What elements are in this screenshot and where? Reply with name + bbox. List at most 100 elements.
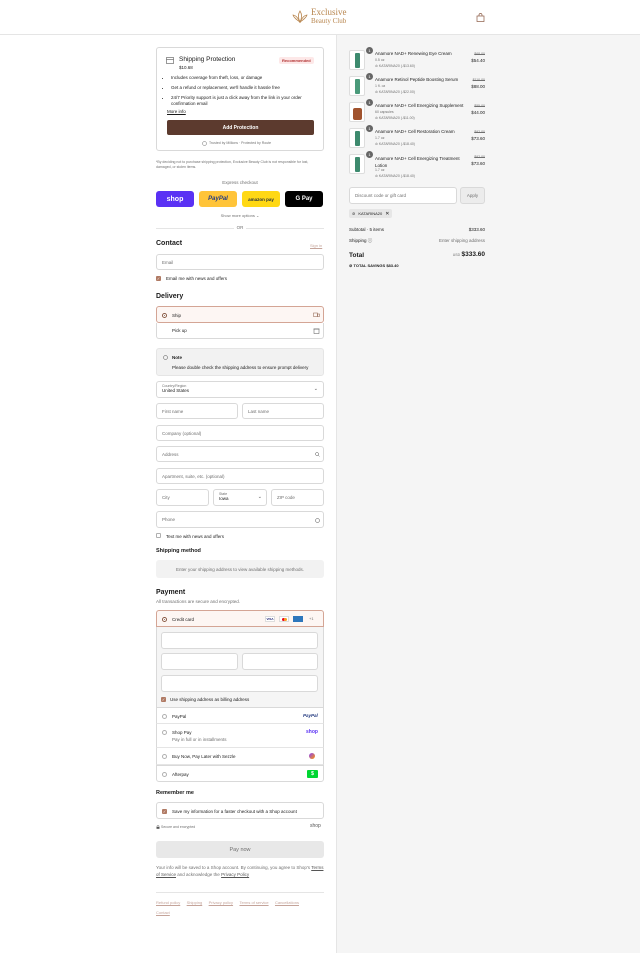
brand-name-line2: Beauty Club <box>311 17 347 25</box>
quantity-badge: 1 <box>366 125 373 132</box>
remove-code-icon[interactable]: ✕ <box>385 211 389 217</box>
paypal-button[interactable]: PayPal <box>199 191 237 207</box>
protection-price: $10.68 <box>179 65 193 70</box>
address-input[interactable]: Address <box>156 446 324 462</box>
card-name-input[interactable] <box>161 675 318 692</box>
privacy-policy-link[interactable]: Privacy Policy <box>221 872 249 877</box>
or-divider-label: OR <box>236 225 244 230</box>
afterpay-option[interactable]: Afterpay $ <box>156 765 324 782</box>
contact-heading: Contact <box>156 240 183 247</box>
cart-item: 1 Anamore NAD+ Cell Energizing Supplemen… <box>349 99 485 124</box>
payment-subtitle: All transactions are secure and encrypte… <box>156 599 241 604</box>
protection-bullets: Includes coverage from theft, loss, or d… <box>171 75 319 107</box>
sezzle-option[interactable]: Buy Now, Pay Later with Sezzle <box>156 748 324 765</box>
sezzle-radio[interactable] <box>162 754 167 759</box>
show-more-options-link[interactable]: Show more options ⌄ <box>156 213 324 218</box>
brand-logo[interactable]: Exclusive Beauty Club <box>311 7 347 26</box>
afterpay-radio[interactable] <box>162 772 167 777</box>
delivery-heading: Delivery <box>156 293 184 300</box>
subtotal-label: Subtotal · 5 items <box>349 227 385 232</box>
email-news-checkbox[interactable]: ✓ <box>156 276 161 281</box>
credit-card-option[interactable]: Credit card VISA +1 <box>156 610 324 627</box>
help-icon[interactable] <box>315 518 320 523</box>
card-number-input[interactable] <box>161 632 318 649</box>
shop-pay-option-label: Shop Pay <box>172 730 192 735</box>
pay-now-button[interactable]: Pay now <box>156 841 324 858</box>
show-more-label: Show more options <box>220 213 255 218</box>
terms-line1: Your info will be saved to a Shop accoun… <box>156 865 311 870</box>
quantity-badge: 1 <box>366 99 373 106</box>
chevron-down-icon: ⌄ <box>313 386 318 392</box>
footer-cancellations-link[interactable]: Cancellations <box>275 900 299 905</box>
credit-card-radio[interactable] <box>162 617 167 622</box>
footer-privacy-link[interactable]: Privacy policy <box>209 900 233 905</box>
bullet-item: 24/7 Priority support is just a click aw… <box>171 95 311 107</box>
secure-text: Secure and encrypted <box>161 825 196 829</box>
product-image <box>349 76 365 96</box>
apply-button[interactable]: Apply <box>460 187 485 204</box>
product-variant: 0.5 oz <box>375 58 385 62</box>
savings-label: TOTAL SAVINGS <box>353 263 386 268</box>
product-discount: ⊘ KATARINA20 (-$18.40) <box>375 174 415 178</box>
sezzle-logo-icon <box>309 753 315 759</box>
apartment-input[interactable]: Apartment, suite, etc. (optional) <box>156 468 324 484</box>
pickup-label: Pick up <box>172 328 187 333</box>
product-name: Anamore NAD+ Cell Energizing Treatment L… <box>375 156 460 168</box>
pickup-option[interactable]: Pick up <box>156 323 324 339</box>
city-input[interactable]: City <box>156 489 209 506</box>
shop-pay-label: shop <box>166 195 184 203</box>
state-select[interactable]: State Iowa ⌄ <box>213 489 267 506</box>
paypal-radio[interactable] <box>162 714 167 719</box>
product-discount-text: KATARINA20 (-$18.40) <box>378 174 415 178</box>
zip-input[interactable]: ZIP code <box>271 489 324 506</box>
remember-checkbox[interactable]: ✓ <box>162 809 167 814</box>
shipping-value: Enter shipping address <box>438 238 485 243</box>
card-expiry-input[interactable] <box>161 653 238 670</box>
google-pay-label: G Pay <box>295 196 313 202</box>
product-old-price: $55.00 <box>474 104 485 108</box>
product-discount: ⊘ KATARINA20 (-$22.00) <box>375 90 415 94</box>
quantity-badge: 1 <box>366 73 373 80</box>
shop-pay-option[interactable]: Shop Pay Pay in full or in installments … <box>156 724 324 748</box>
first-name-input[interactable]: First name <box>156 403 238 419</box>
amazon-pay-button[interactable]: amazon pay <box>242 191 280 207</box>
help-icon[interactable]: ⓘ <box>368 238 373 243</box>
ship-option[interactable]: Ship <box>156 306 324 323</box>
product-discount: ⊘ KATARINA20 (-$18.40) <box>375 142 415 146</box>
billing-checkbox[interactable]: ✓ <box>161 697 166 702</box>
savings-value: $83.40 <box>386 263 399 268</box>
phone-input[interactable]: Phone <box>156 511 324 528</box>
country-select[interactable]: Country/Region United States ⌄ <box>156 381 324 398</box>
product-image <box>349 50 365 70</box>
footer-contact-link[interactable]: Contact <box>156 910 170 915</box>
shipping-method-heading: Shipping method <box>156 548 201 554</box>
add-protection-button[interactable]: Add Protection <box>167 120 314 135</box>
product-discount-text: KATARINA20 (-$13.60) <box>378 64 415 68</box>
card-cvv-input[interactable] <box>242 653 318 670</box>
shop-pay-button[interactable]: shop <box>156 191 194 207</box>
protection-title: Shipping Protection <box>179 56 236 63</box>
more-info-link[interactable]: More info <box>167 109 186 114</box>
cart-item: 1 Anamore NAD+ Renewing Eye Cream 0.5 oz… <box>349 47 485 72</box>
search-icon <box>315 452 320 457</box>
header: Exclusive Beauty Club <box>0 0 640 35</box>
ship-radio[interactable] <box>162 313 167 318</box>
text-news-checkbox[interactable] <box>156 533 161 538</box>
product-price: $73.60 <box>471 136 485 141</box>
sign-in-link[interactable]: Sign in <box>310 243 322 248</box>
discount-input[interactable]: Discount code or gift card <box>349 187 457 204</box>
footer-refund-link[interactable]: Refund policy <box>156 900 180 905</box>
note-body: Please double check the shipping address… <box>172 365 309 370</box>
shop-pay-radio[interactable] <box>162 730 167 735</box>
product-name: Anamore NAD+ Cell Restoration Cream <box>375 129 455 134</box>
footer-shipping-link[interactable]: Shipping <box>187 900 203 905</box>
google-pay-button[interactable]: G Pay <box>285 191 323 207</box>
paypal-option[interactable]: PayPal PayPal <box>156 707 324 724</box>
terms-text: Your info will be saved to a Shop accoun… <box>156 864 324 878</box>
company-input[interactable]: Company (optional) <box>156 425 324 441</box>
email-input[interactable]: Email <box>156 254 324 270</box>
last-name-input[interactable]: Last name <box>242 403 324 419</box>
brand-name-line1: Exclusive <box>311 7 347 17</box>
shopping-bag-icon[interactable] <box>476 13 485 22</box>
footer-terms-link[interactable]: Terms of service <box>239 900 268 905</box>
